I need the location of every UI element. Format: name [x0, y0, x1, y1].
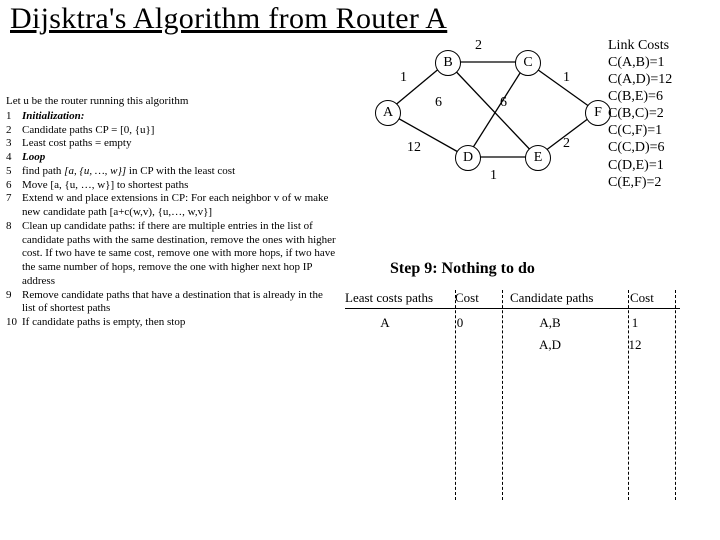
table-cell — [345, 337, 425, 353]
table-cell — [425, 337, 495, 353]
link-cost-entry: C(C,F)=1 — [608, 122, 718, 139]
algo-line-text: find path [a, {u, …, w}] in CP with the … — [22, 165, 336, 179]
edge-weight: 1 — [490, 168, 497, 184]
table-row: A0A,B1 — [345, 315, 680, 331]
col-least-paths: Least costs paths — [345, 290, 455, 306]
algo-line-text: If candidate paths is empty, then stop — [22, 316, 336, 330]
table-row: A,D12 — [345, 337, 680, 353]
graph-node-C: C — [515, 50, 541, 76]
link-costs-panel: Link Costs C(A,B)=1C(A,D)=12C(B,E)=6C(B,… — [608, 37, 718, 191]
algo-line-text: Move [a, {u, …, w}] to shortest paths — [22, 179, 336, 193]
algo-line-text: Loop — [22, 151, 336, 165]
divider — [502, 290, 503, 500]
algo-line-num: 10 — [6, 316, 22, 330]
divider — [675, 290, 676, 500]
graph-node-B: B — [435, 50, 461, 76]
col-cand-cost: Cost — [630, 290, 675, 306]
algo-line-num: 5 — [6, 165, 22, 179]
edge-weight: 6 — [500, 95, 507, 111]
edge-weight: 1 — [563, 70, 570, 86]
algo-line-text: Remove candidate paths that have a desti… — [22, 289, 336, 317]
table-cell: 1 — [605, 315, 665, 331]
link-cost-entry: C(C,D)=6 — [608, 139, 718, 156]
step-label: Step 9: Nothing to do — [390, 260, 535, 278]
link-cost-entry: C(A,B)=1 — [608, 54, 718, 71]
algo-line-text: Extend w and place extensions in CP: For… — [22, 192, 336, 220]
col-cand-paths: Candidate paths — [500, 290, 630, 306]
edge-weight: 2 — [475, 38, 482, 54]
link-costs-title: Link Costs — [608, 37, 718, 54]
table-cell: A — [345, 315, 425, 331]
algo-line-text: Least cost paths = empty — [22, 137, 336, 151]
algo-line-num: 6 — [6, 179, 22, 193]
algo-line-num: 8 — [6, 220, 22, 289]
edge-weight: 1 — [400, 70, 407, 86]
link-cost-entry: C(E,F)=2 — [608, 174, 718, 191]
divider — [628, 290, 629, 500]
algo-line-text: Clean up candidate paths: if there are m… — [22, 220, 336, 289]
edge-weight: 6 — [435, 95, 442, 111]
algo-line-num: 4 — [6, 151, 22, 165]
link-cost-entry: C(A,D)=12 — [608, 71, 718, 88]
table-cell: 12 — [605, 337, 665, 353]
algorithm-listing: Let u be the router running this algorit… — [6, 95, 336, 330]
graph-node-E: E — [525, 145, 551, 171]
algo-line-text: Candidate paths CP = [0, {u}] — [22, 124, 336, 138]
table-cell: A,D — [495, 337, 605, 353]
table-cell: 0 — [425, 315, 495, 331]
page-title: Dijsktra's Algorithm from Router A — [10, 2, 447, 36]
divider — [455, 290, 456, 500]
col-least-cost: Cost — [455, 290, 500, 306]
algo-line-num: 7 — [6, 192, 22, 220]
algo-line-num: 3 — [6, 137, 22, 151]
link-cost-entry: C(B,C)=2 — [608, 105, 718, 122]
network-graph: 121121266ABCDEF — [345, 40, 605, 190]
link-cost-entry: C(B,E)=6 — [608, 88, 718, 105]
graph-node-D: D — [455, 145, 481, 171]
algo-intro: Let u be the router running this algorit… — [6, 95, 336, 109]
algo-line-num: 9 — [6, 289, 22, 317]
edge-weight: 2 — [563, 136, 570, 152]
link-cost-entry: C(D,E)=1 — [608, 157, 718, 174]
paths-tables: Least costs paths Cost Candidate paths C… — [345, 290, 680, 353]
algo-line-text: Initialization: — [22, 110, 336, 124]
graph-node-A: A — [375, 100, 401, 126]
algo-line-num: 1 — [6, 110, 22, 124]
table-cell: A,B — [495, 315, 605, 331]
edge-weight: 12 — [407, 140, 421, 156]
algo-line-num: 2 — [6, 124, 22, 138]
